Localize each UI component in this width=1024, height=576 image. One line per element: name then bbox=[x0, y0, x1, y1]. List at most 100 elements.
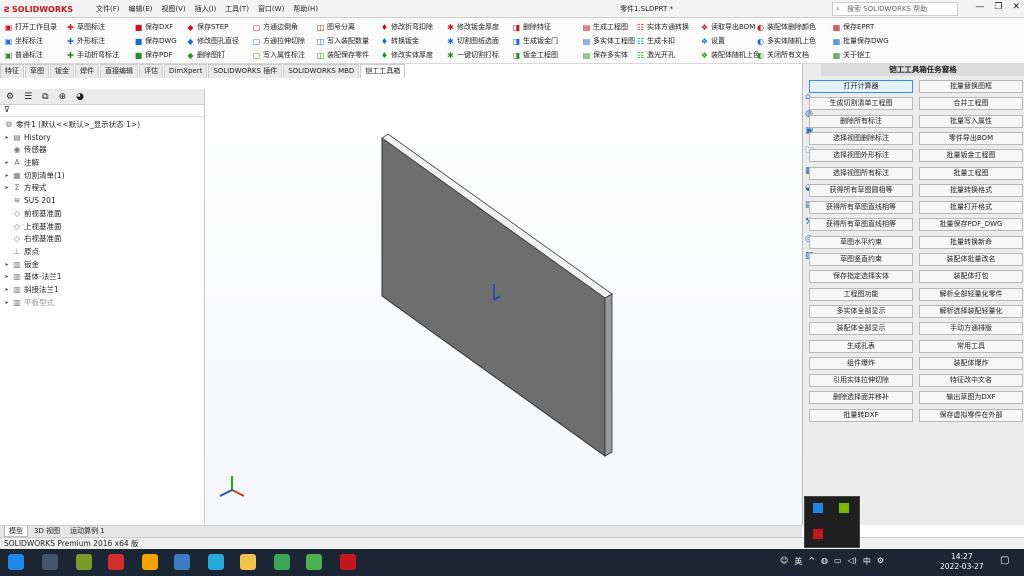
ribbon-button[interactable]: ■ 保存DWG bbox=[134, 34, 177, 48]
configuration-icon[interactable]: ⧉ bbox=[42, 92, 48, 102]
ribbon-button[interactable]: ✚ 草图标注 bbox=[66, 20, 119, 34]
ribbon-button[interactable]: ▣ 普通标注 bbox=[4, 48, 57, 62]
command-tab[interactable]: 评估 bbox=[139, 64, 163, 78]
task-pane-button[interactable]: 多实体全部显示 bbox=[809, 304, 913, 318]
ribbon-button[interactable]: ☷ 生成卡扣 bbox=[636, 34, 689, 48]
ribbon-button[interactable]: ◆ 保存STEP bbox=[186, 20, 239, 34]
bottom-tab[interactable]: 3D 视图 bbox=[30, 526, 64, 537]
search-input[interactable]: ⌕ 搜索 SOLIDWORKS 帮助 bbox=[832, 2, 958, 16]
ribbon-button[interactable]: ❖ 装配体随机上色 bbox=[700, 48, 760, 62]
task-pane-button[interactable]: 合并工程图 bbox=[919, 97, 1023, 111]
ribbon-button[interactable]: ▤ 保存多实体 bbox=[582, 48, 635, 62]
wechat-icon[interactable] bbox=[306, 554, 322, 570]
ribbon-button[interactable]: ▦ 关于铠工 bbox=[832, 48, 889, 62]
tree-item[interactable]: ▸ ▤ History bbox=[2, 132, 204, 145]
ribbon-button[interactable]: ◨ 钣金工程图 bbox=[512, 48, 558, 62]
menu-item[interactable]: 窗口(W) bbox=[258, 4, 284, 14]
nvidia-icon[interactable] bbox=[839, 503, 849, 513]
command-tab[interactable]: SOLIDWORKS 插件 bbox=[208, 64, 283, 78]
task-pane-button[interactable]: 选择视图所有标注 bbox=[809, 166, 913, 180]
ribbon-button[interactable]: ☷ 实体方通转换 bbox=[636, 20, 689, 34]
task-pane-button[interactable]: 选择视图删除标注 bbox=[809, 131, 913, 145]
solidworks-taskbar-icon[interactable] bbox=[340, 554, 356, 570]
language-icon[interactable]: 英 bbox=[794, 556, 802, 567]
tree-item[interactable]: ▸ ▥ 平板型式 bbox=[2, 297, 204, 310]
command-tab[interactable]: SOLIDWORKS MBD bbox=[283, 64, 360, 78]
task-pane-button[interactable]: 删除所有标注 bbox=[809, 114, 913, 128]
ribbon-button[interactable]: ✚ 外形标注 bbox=[66, 34, 119, 48]
ribbon-button[interactable]: ◨ 生成钣金门 bbox=[512, 34, 558, 48]
ribbon-button[interactable]: ♦ 修改实体厚度 bbox=[380, 48, 433, 62]
volume-icon[interactable]: ◁) bbox=[848, 556, 857, 567]
restore-icon[interactable]: ❐ bbox=[994, 2, 1002, 12]
task-pane-button[interactable]: 引用实体拉伸切除 bbox=[809, 374, 913, 388]
task-pane-button[interactable]: 生成切割清单工程图 bbox=[809, 97, 913, 111]
chrome-icon[interactable] bbox=[274, 554, 290, 570]
menu-item[interactable]: 插入(I) bbox=[195, 4, 217, 14]
task-pane-button[interactable]: 草图水平约束 bbox=[809, 235, 913, 249]
tree-item[interactable]: ⚙ 零件1 (默认<<默认>_显示状态 1>) bbox=[2, 119, 204, 132]
task-pane-button[interactable]: 批量转DXF bbox=[809, 408, 913, 422]
minimize-icon[interactable]: — bbox=[975, 2, 984, 12]
command-tab[interactable]: 钣金 bbox=[50, 64, 74, 78]
folder-icon[interactable] bbox=[240, 554, 256, 570]
ribbon-button[interactable]: ✱ 切割图纸选面 bbox=[446, 34, 499, 48]
task-pane-button[interactable]: 保存指定选择实体 bbox=[809, 270, 913, 284]
app-icon-red[interactable] bbox=[108, 554, 124, 570]
ribbon-button[interactable]: ✚ 手动折弯标注 bbox=[66, 48, 119, 62]
ribbon-button[interactable]: ▤ 生成工程图 bbox=[582, 20, 635, 34]
app-tray-icon[interactable] bbox=[813, 503, 823, 513]
task-pane-button[interactable]: 常用工具 bbox=[919, 339, 1023, 353]
ribbon-button[interactable]: ♦ 转换钣金 bbox=[380, 34, 433, 48]
ribbon-button[interactable]: ❖ 设置 bbox=[700, 34, 760, 48]
task-pane-button[interactable]: 组件爆炸 bbox=[809, 356, 913, 370]
expand-toggle-icon[interactable]: ▸ bbox=[2, 132, 12, 145]
task-pane-button[interactable]: 解析全部轻量化零件 bbox=[919, 287, 1023, 301]
tree-item[interactable]: ≋ SUS 201 bbox=[2, 195, 204, 208]
ribbon-button[interactable]: ◆ 修改图孔直径 bbox=[186, 34, 239, 48]
start-icon[interactable] bbox=[8, 554, 24, 570]
command-tab[interactable]: 草图 bbox=[25, 64, 49, 78]
task-pane-button[interactable]: 输出草图为DXF bbox=[919, 391, 1023, 405]
tree-item[interactable]: ▸ A 注解 bbox=[2, 157, 204, 170]
clock[interactable]: 14:27 2022-03-27 bbox=[940, 552, 984, 572]
expand-toggle-icon[interactable]: ▸ bbox=[2, 271, 12, 284]
task-pane-button[interactable]: 保存虚拟零件在外部 bbox=[919, 408, 1023, 422]
task-pane-button[interactable]: 批量转换新命 bbox=[919, 235, 1023, 249]
tree-item[interactable]: ▸ ▦ 切割清单(1) bbox=[2, 170, 204, 183]
bottom-tab[interactable]: 运动算例 1 bbox=[66, 526, 109, 537]
ime-icon[interactable]: 中 bbox=[863, 556, 871, 567]
feature-tree-icon[interactable]: ⚙ bbox=[6, 92, 14, 102]
task-pane-button[interactable]: 批量保存PDF_DWG bbox=[919, 218, 1023, 232]
app-icon-pin[interactable] bbox=[142, 554, 158, 570]
ribbon-button[interactable]: ▦ 保存EPRT bbox=[832, 20, 889, 34]
menu-item[interactable]: 工具(T) bbox=[225, 4, 249, 14]
ribbon-button[interactable]: ▣ 打开工作目录 bbox=[4, 20, 57, 34]
ribbon-button[interactable]: ▣ 坐标标注 bbox=[4, 34, 57, 48]
ribbon-button[interactable]: ♦ 修改折弯扣除 bbox=[380, 20, 433, 34]
property-manager-icon[interactable]: ☰ bbox=[24, 92, 32, 102]
app-icon-calc[interactable] bbox=[174, 554, 190, 570]
ribbon-button[interactable]: ■ 保存DXF bbox=[134, 20, 177, 34]
person-icon[interactable]: ☺ bbox=[780, 556, 788, 567]
ribbon-button[interactable]: ◨ 删除特征 bbox=[512, 20, 558, 34]
filter-icon[interactable]: ⊽ bbox=[0, 105, 204, 117]
task-pane-button[interactable]: 批量转换格式 bbox=[919, 183, 1023, 197]
ribbon-button[interactable]: ■ 保存PDF bbox=[134, 48, 177, 62]
task-pane-button[interactable]: 装配体打包 bbox=[919, 270, 1023, 284]
display-manager-icon[interactable]: ◕ bbox=[76, 92, 84, 102]
graphics-viewport[interactable] bbox=[206, 78, 802, 525]
expand-toggle-icon[interactable]: ▸ bbox=[2, 297, 12, 310]
task-pane-button[interactable]: 批量工程图 bbox=[919, 166, 1023, 180]
solidworks-tray-icon[interactable] bbox=[813, 529, 823, 539]
command-tab[interactable]: 特征 bbox=[0, 64, 24, 78]
solidworks-logo[interactable]: ƨ SOLIDWORKS bbox=[4, 2, 73, 16]
ribbon-button[interactable]: ▤ 多实体工程图 bbox=[582, 34, 635, 48]
ribbon-button[interactable]: ◐ 多实体随机上色 bbox=[756, 34, 816, 48]
ribbon-button[interactable]: ◫ 装配保存零件 bbox=[316, 48, 369, 62]
ribbon-button[interactable]: ✱ 修改钣金厚度 bbox=[446, 20, 499, 34]
command-tab[interactable]: 焊件 bbox=[75, 64, 99, 78]
task-pane-button[interactable]: 批量写入属性 bbox=[919, 114, 1023, 128]
task-pane-button[interactable]: 批量替换图框 bbox=[919, 80, 1023, 93]
tree-item[interactable]: ▸ ▥ 斜接法兰1 bbox=[2, 284, 204, 297]
